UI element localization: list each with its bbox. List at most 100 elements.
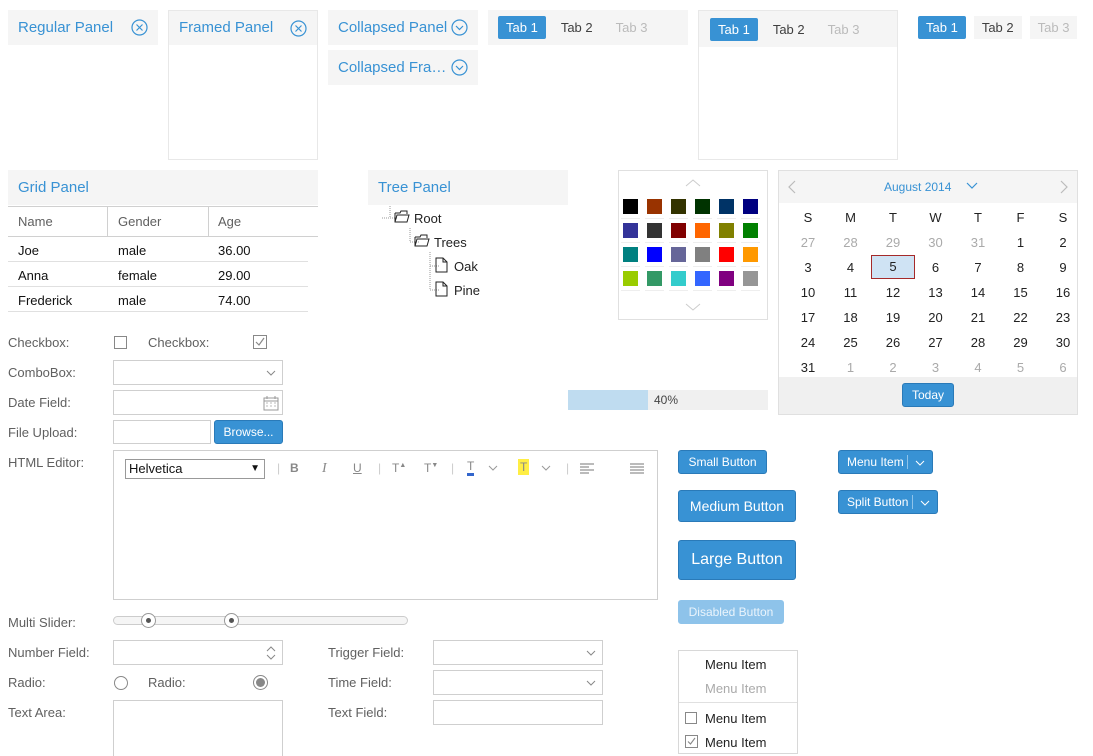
font-color-icon[interactable]: T <box>467 459 475 476</box>
scroll-up-icon[interactable] <box>685 179 701 187</box>
calendar-day[interactable]: 3 <box>787 260 829 275</box>
calendar-day[interactable]: 31 <box>787 360 829 375</box>
chevron-down-icon[interactable] <box>541 465 551 471</box>
color-swatch[interactable] <box>623 271 638 286</box>
calendar-day[interactable]: 27 <box>915 335 957 350</box>
collapsed-framed-panel-header[interactable]: Collapsed Fra… <box>328 50 478 85</box>
spinner-icon[interactable] <box>260 641 282 664</box>
calendar-day[interactable]: 18 <box>830 310 872 325</box>
calendar-day-other-month[interactable]: 2 <box>872 360 914 375</box>
checkbox[interactable] <box>114 336 127 349</box>
close-icon[interactable] <box>131 19 148 36</box>
decrease-font-icon[interactable]: T▼ <box>424 461 438 475</box>
calendar-day[interactable]: 30 <box>1042 335 1084 350</box>
calendar-day-other-month[interactable]: 29 <box>872 235 914 250</box>
calendar-day-other-month[interactable]: 4 <box>957 360 999 375</box>
calendar-day-other-month[interactable]: 3 <box>915 360 957 375</box>
medium-button[interactable]: Medium Button <box>678 490 796 522</box>
color-swatch[interactable] <box>695 223 710 238</box>
color-swatch[interactable] <box>743 271 758 286</box>
tab-2[interactable]: Tab 2 <box>973 16 1022 39</box>
calendar-day-other-month[interactable]: 28 <box>830 235 872 250</box>
combobox[interactable] <box>113 360 283 385</box>
color-swatch[interactable] <box>695 247 710 262</box>
bold-icon[interactable]: B <box>290 461 299 475</box>
calendar-day-other-month[interactable]: 6 <box>1042 360 1084 375</box>
increase-font-icon[interactable]: T▲ <box>392 461 406 475</box>
color-swatch[interactable] <box>743 223 758 238</box>
tab-1[interactable]: Tab 1 <box>710 18 758 41</box>
tab-2[interactable]: Tab 2 <box>553 16 601 39</box>
prev-month-icon[interactable] <box>787 180 797 194</box>
calendar-day[interactable]: 4 <box>830 260 872 275</box>
color-swatch[interactable] <box>647 199 662 214</box>
chevron-down-icon[interactable] <box>488 465 498 471</box>
checkbox-checked[interactable] <box>685 735 698 748</box>
color-swatch[interactable] <box>719 199 734 214</box>
tab-1[interactable]: Tab 1 <box>918 16 966 39</box>
calendar-day-other-month[interactable]: 5 <box>1000 360 1042 375</box>
color-swatch[interactable] <box>743 247 758 262</box>
text-field[interactable] <box>433 700 603 725</box>
collapsed-panel-header[interactable]: Collapsed Panel <box>328 10 478 45</box>
calendar-day[interactable]: 12 <box>872 285 914 300</box>
month-label[interactable]: August 2014 <box>884 180 951 194</box>
text-area[interactable] <box>113 700 283 756</box>
tree-node-root[interactable]: Root <box>414 211 441 226</box>
calendar-day[interactable]: 8 <box>1000 260 1042 275</box>
color-swatch[interactable] <box>623 223 638 238</box>
calendar-day[interactable]: 14 <box>957 285 999 300</box>
today-button[interactable]: Today <box>902 383 954 407</box>
tree-node-trees[interactable]: Trees <box>434 235 467 250</box>
small-button[interactable]: Small Button <box>678 450 767 474</box>
color-swatch[interactable] <box>671 247 686 262</box>
calendar-day[interactable]: 25 <box>830 335 872 350</box>
color-swatch[interactable] <box>695 271 710 286</box>
calendar-day[interactable]: 26 <box>872 335 914 350</box>
trigger-field[interactable] <box>433 640 603 665</box>
date-field[interactable] <box>113 390 283 415</box>
number-field[interactable] <box>113 640 283 665</box>
tree-node-pine[interactable]: Pine <box>454 283 480 298</box>
calendar-day[interactable]: 1 <box>1000 235 1042 250</box>
align-left-icon[interactable] <box>580 463 594 475</box>
chevron-down-icon[interactable] <box>580 641 602 664</box>
chevron-down-icon[interactable] <box>260 361 282 384</box>
color-swatch[interactable] <box>647 223 662 238</box>
next-month-icon[interactable] <box>1059 180 1069 194</box>
calendar-day-other-month[interactable]: 1 <box>830 360 872 375</box>
calendar-day[interactable]: 6 <box>915 260 957 275</box>
color-swatch[interactable] <box>743 199 758 214</box>
html-editor[interactable]: Helvetica ▼ | B I U | T▲ T▼ | T T | <box>113 450 658 600</box>
calendar-day[interactable]: 21 <box>957 310 999 325</box>
calendar-day[interactable]: 2 <box>1042 235 1084 250</box>
calendar-day[interactable]: 13 <box>915 285 957 300</box>
table-row[interactable] <box>8 237 308 262</box>
column-header-name[interactable]: Name <box>18 214 53 229</box>
underline-icon[interactable]: U <box>353 461 362 475</box>
calendar-icon[interactable] <box>260 391 282 414</box>
color-swatch[interactable] <box>719 247 734 262</box>
calendar-day[interactable]: 16 <box>1042 285 1084 300</box>
calendar-day[interactable]: 15 <box>1000 285 1042 300</box>
close-icon[interactable] <box>290 20 307 37</box>
color-swatch[interactable] <box>623 247 638 262</box>
expand-icon[interactable] <box>451 59 468 76</box>
radio-button-checked[interactable] <box>253 675 268 690</box>
radio-button[interactable] <box>114 676 128 690</box>
italic-icon[interactable]: I <box>322 461 327 477</box>
menu-item-check[interactable]: Menu Item <box>705 711 766 726</box>
highlight-color-icon[interactable]: T <box>518 459 530 475</box>
list-icon[interactable] <box>630 463 644 475</box>
checkbox[interactable] <box>685 712 697 724</box>
calendar-day[interactable]: 19 <box>872 310 914 325</box>
menu-item[interactable]: Menu Item <box>705 657 766 672</box>
tab-2[interactable]: Tab 2 <box>765 18 813 41</box>
calendar-day[interactable]: 20 <box>915 310 957 325</box>
column-header-age[interactable]: Age <box>218 214 241 229</box>
checkbox-checked[interactable] <box>253 335 267 349</box>
calendar-day-other-month[interactable]: 31 <box>957 235 999 250</box>
browse-button[interactable]: Browse... <box>214 420 283 444</box>
calendar-day[interactable]: 17 <box>787 310 829 325</box>
calendar-day[interactable]: 28 <box>957 335 999 350</box>
